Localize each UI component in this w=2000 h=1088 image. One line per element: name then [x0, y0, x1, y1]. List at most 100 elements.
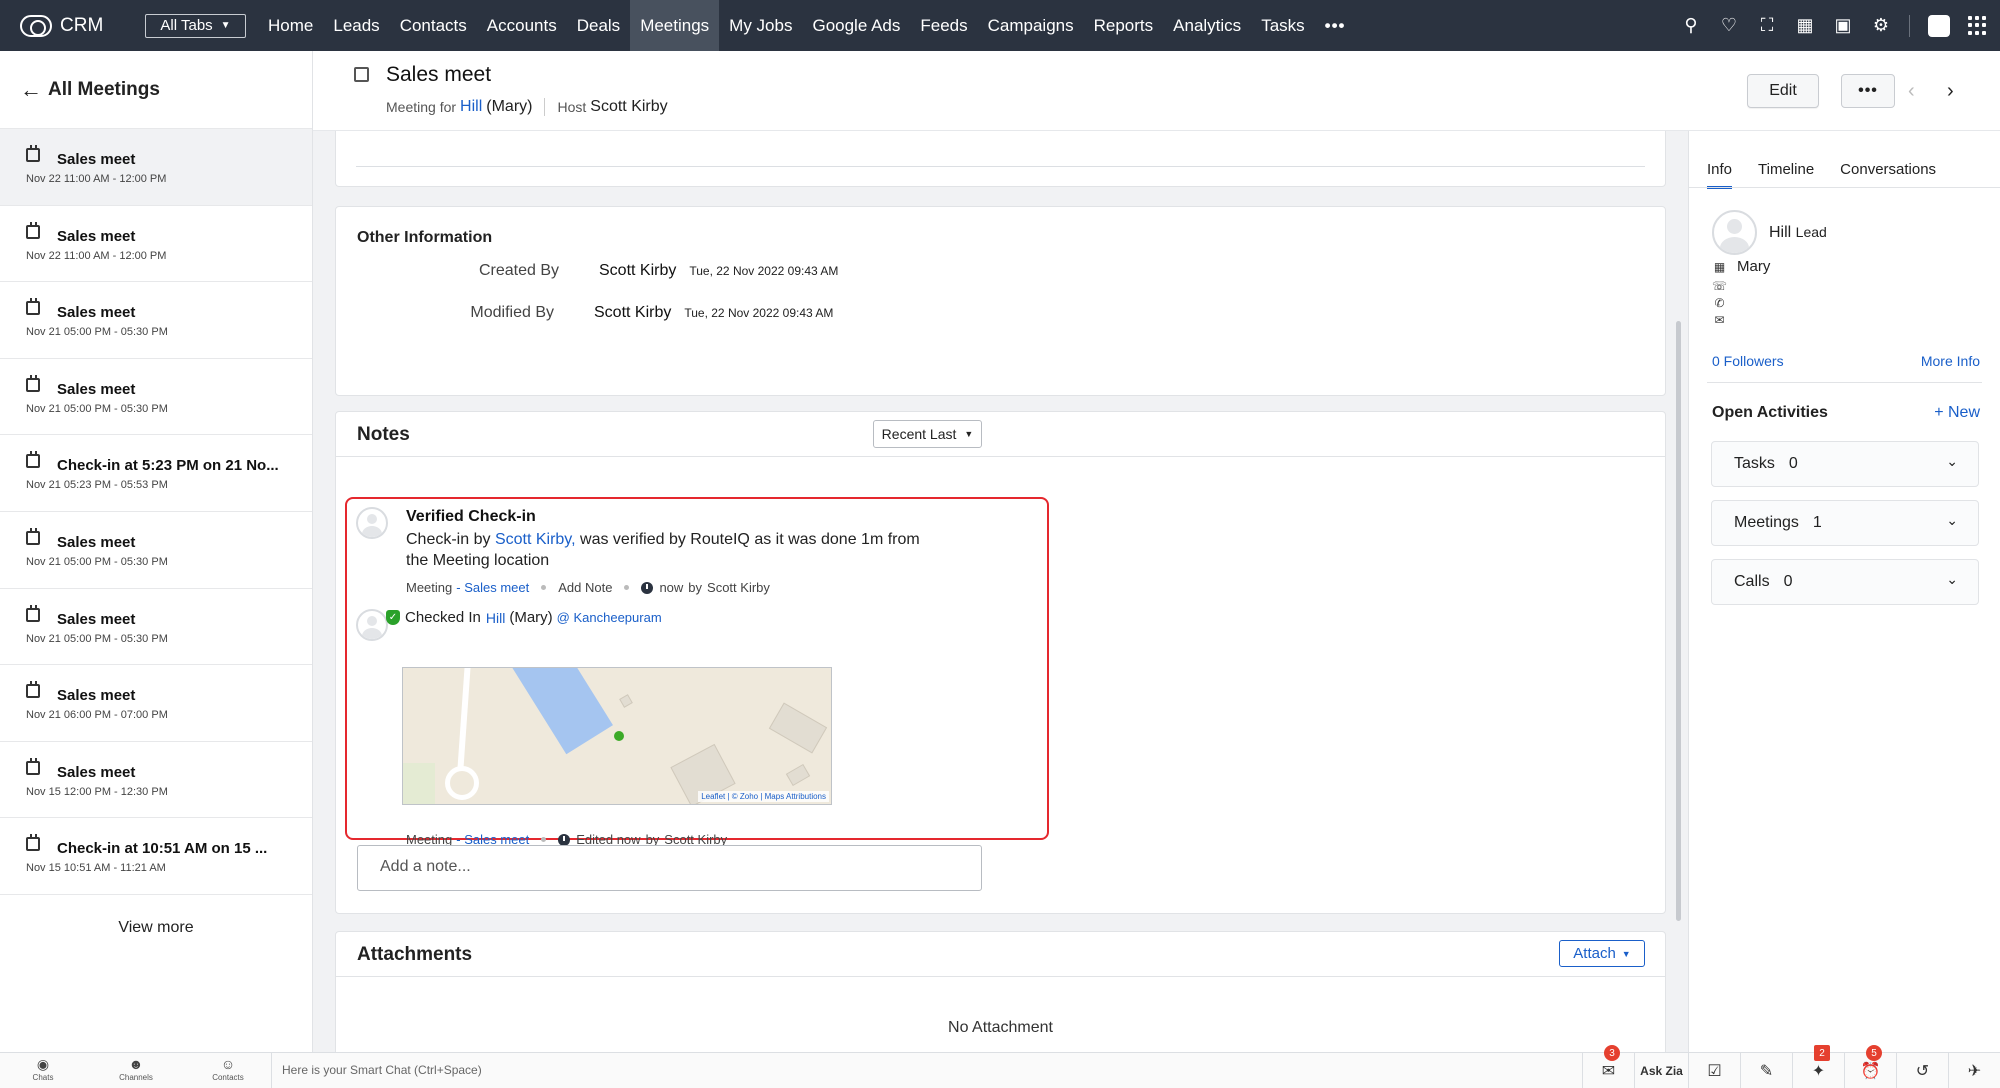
tab-analytics[interactable]: Analytics [1163, 0, 1251, 51]
avatar [356, 507, 388, 539]
list-item[interactable]: Sales meet Nov 21 05:00 PM - 05:30 PM [0, 359, 312, 436]
chats-button[interactable]: ◉ Chats [8, 1056, 78, 1082]
announcements-button[interactable]: ✉ 3 [1582, 1045, 1634, 1088]
activity-tasks[interactable]: Tasks 0 ⌄ [1711, 441, 1979, 487]
all-tabs-label: All Tabs [160, 17, 213, 34]
chevron-down-icon: ⌄ [1946, 512, 1958, 528]
list-item[interactable]: Sales meet Nov 15 12:00 PM - 12:30 PM [0, 742, 312, 819]
contact-link[interactable]: Hill [486, 610, 505, 626]
activity-calls[interactable]: Calls 0 ⌄ [1711, 559, 1979, 605]
tab-leads[interactable]: Leads [323, 0, 389, 51]
edit-button[interactable]: Edit [1747, 74, 1819, 108]
tab-conversations[interactable]: Conversations [1840, 161, 1936, 189]
chats-label: Chats [32, 1073, 54, 1082]
tab-google-ads[interactable]: Google Ads [802, 0, 910, 51]
ask-zia-button[interactable]: Ask Zia [1634, 1053, 1688, 1088]
tab-deals[interactable]: Deals [567, 0, 630, 51]
view-more-link[interactable]: View more [0, 919, 312, 937]
map-water [508, 668, 613, 755]
back-to-all-meetings[interactable]: ← All Meetings [0, 51, 312, 129]
list-item[interactable]: Sales meet Nov 22 11:00 AM - 12:00 PM [0, 129, 312, 206]
gear-icon[interactable]: ⚙ [1871, 15, 1891, 36]
add-record-icon[interactable]: ⛶ [1757, 15, 1777, 36]
tab-reports[interactable]: Reports [1084, 0, 1164, 51]
activity-meetings[interactable]: Meetings 1 ⌄ [1711, 500, 1979, 546]
reminders-button[interactable]: ⏰ 5 [1844, 1045, 1896, 1088]
more-info-link[interactable]: More Info [1921, 353, 1980, 369]
help-button[interactable]: ✈ [1948, 1053, 2000, 1088]
zia-insights-button[interactable]: ☑ [1688, 1053, 1740, 1088]
previous-section-card [335, 131, 1666, 187]
list-item-time: Nov 22 11:00 AM - 12:00 PM [26, 173, 167, 185]
smart-chat-input[interactable]: Here is your Smart Chat (Ctrl+Space) [282, 1063, 482, 1077]
list-item[interactable]: Sales meet Nov 21 05:00 PM - 05:30 PM [0, 282, 312, 359]
tab-contacts[interactable]: Contacts [390, 0, 477, 51]
crm-logo[interactable]: CRM [20, 14, 120, 37]
previous-record-icon[interactable]: ‹ [1908, 80, 1915, 103]
related-record-link[interactable]: - Sales meet [456, 580, 529, 595]
list-item[interactable]: Sales meet Nov 22 11:00 AM - 12:00 PM [0, 206, 312, 283]
tab-feeds[interactable]: Feeds [910, 0, 977, 51]
tab-home[interactable]: Home [258, 0, 323, 51]
add-note-input[interactable]: Add a note... [357, 845, 982, 891]
tab-tasks[interactable]: Tasks [1251, 0, 1314, 51]
marketplace-icon[interactable]: ▣ [1833, 15, 1853, 36]
attach-button[interactable]: Attach ▼ [1559, 940, 1645, 967]
announcements-badge: 3 [1604, 1045, 1620, 1061]
host-label: Host [557, 99, 587, 115]
more-actions-button[interactable]: ••• [1841, 74, 1895, 108]
meeting-for-label: Meeting for [386, 99, 457, 115]
list-item-title: Check-in at 5:23 PM on 21 No... [57, 457, 279, 475]
section-title: Notes [357, 424, 410, 445]
top-nav: CRM All Tabs ▼ Home Leads Contacts Accou… [0, 0, 2000, 51]
meeting-for-link[interactable]: Hill [460, 98, 482, 116]
calendar-icon[interactable]: ▦ [1795, 15, 1815, 36]
zia-button[interactable]: ✦ 2 [1792, 1045, 1844, 1088]
recent-items-button[interactable]: ↺ [1896, 1053, 1948, 1088]
all-tabs-dropdown[interactable]: All Tabs ▼ [145, 13, 246, 38]
notes-button[interactable]: ✎ [1740, 1053, 1792, 1088]
bell-icon[interactable]: ♡ [1719, 15, 1739, 36]
desk-phone-icon: ☏ [1712, 279, 1728, 293]
meeting-for-company: (Mary) [486, 98, 533, 115]
page-title: Sales meet [386, 63, 492, 86]
channels-button[interactable]: ☻ Channels [101, 1056, 171, 1082]
tab-my-jobs[interactable]: My Jobs [719, 0, 802, 51]
user-avatar[interactable] [1928, 14, 1950, 37]
contact-name[interactable]: Hill Lead [1769, 224, 1827, 242]
location-link[interactable]: @ Kancheepuram [557, 610, 662, 625]
info-panel: Info Timeline Conversations Hill Lead ▦ … [1688, 131, 2000, 1052]
list-item[interactable]: Check-in at 5:23 PM on 21 No... Nov 21 0… [0, 435, 312, 512]
list-item[interactable]: Check-in at 10:51 AM on 15 ... Nov 15 10… [0, 818, 312, 895]
notes-sort-dropdown[interactable]: Recent Last ▼ [873, 420, 982, 448]
new-activity-button[interactable]: + New [1934, 404, 1980, 422]
divider [1707, 382, 1982, 383]
apps-grid-icon[interactable] [1968, 15, 1988, 36]
tab-campaigns[interactable]: Campaigns [978, 0, 1084, 51]
tab-meetings[interactable]: Meetings [630, 0, 720, 51]
note-time: now [659, 580, 684, 595]
checkin-map[interactable]: Leaflet | © Zoho | Maps Attributions [402, 667, 832, 805]
followers-link[interactable]: 0 Followers [1712, 353, 1784, 369]
map-attribution[interactable]: Leaflet | © Zoho | Maps Attributions [698, 791, 829, 802]
list-item[interactable]: Sales meet Nov 21 05:00 PM - 05:30 PM [0, 589, 312, 666]
search-icon[interactable]: ⚲ [1681, 15, 1701, 36]
tab-info[interactable]: Info [1707, 161, 1733, 189]
list-item[interactable]: Sales meet Nov 21 06:00 PM - 07:00 PM [0, 665, 312, 742]
scrollbar[interactable] [1676, 321, 1681, 921]
calendar-icon [26, 374, 40, 392]
list-item[interactable]: Sales meet Nov 21 05:00 PM - 05:30 PM [0, 512, 312, 589]
add-note-link[interactable]: Add Note [558, 580, 612, 595]
more-tabs-button[interactable]: ••• [1315, 0, 1356, 51]
user-link[interactable]: Scott Kirby, [495, 531, 576, 548]
zoho-logo-icon [20, 14, 52, 37]
next-record-icon[interactable]: › [1947, 80, 1954, 103]
caret-down-icon: ▼ [964, 429, 974, 439]
map-building [619, 694, 633, 708]
tab-timeline[interactable]: Timeline [1758, 161, 1814, 189]
tab-accounts[interactable]: Accounts [477, 0, 567, 51]
nav-utilities: ⚲ ♡ ⛶ ▦ ▣ ⚙ [1681, 0, 1988, 51]
clock-icon [641, 581, 654, 594]
contacts-button[interactable]: ☺ Contacts [193, 1056, 263, 1082]
by-label: by [688, 580, 703, 595]
